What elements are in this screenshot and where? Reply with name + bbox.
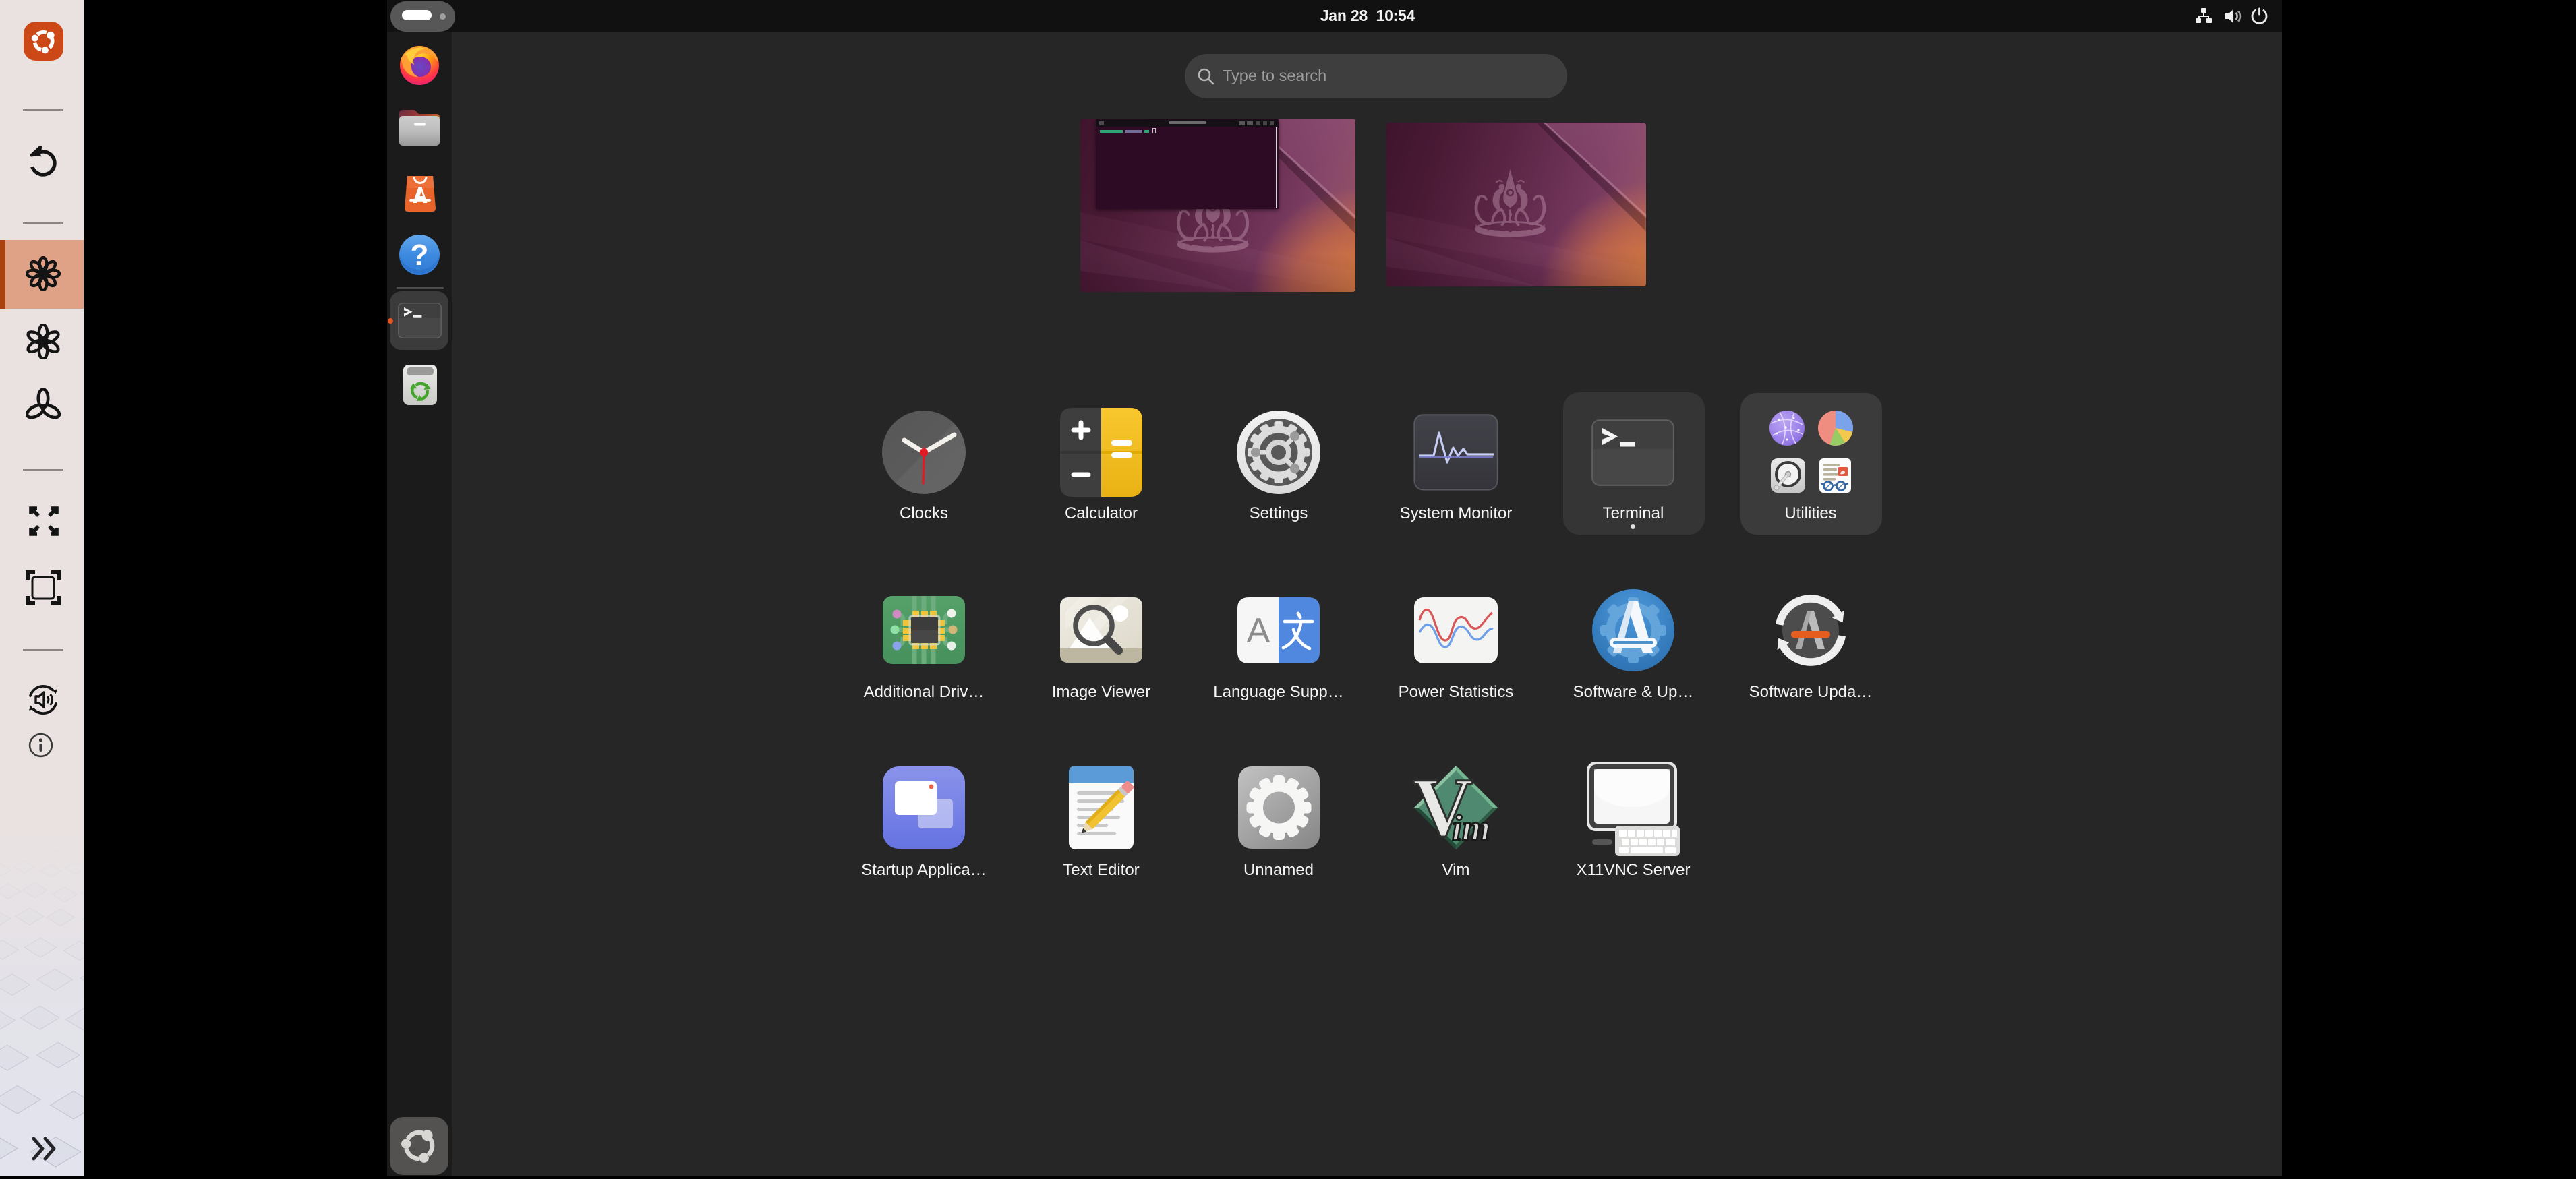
svg-text:?: ? [411, 239, 429, 272]
svg-text:A: A [1247, 611, 1270, 651]
svg-text:im: im [1452, 808, 1490, 848]
